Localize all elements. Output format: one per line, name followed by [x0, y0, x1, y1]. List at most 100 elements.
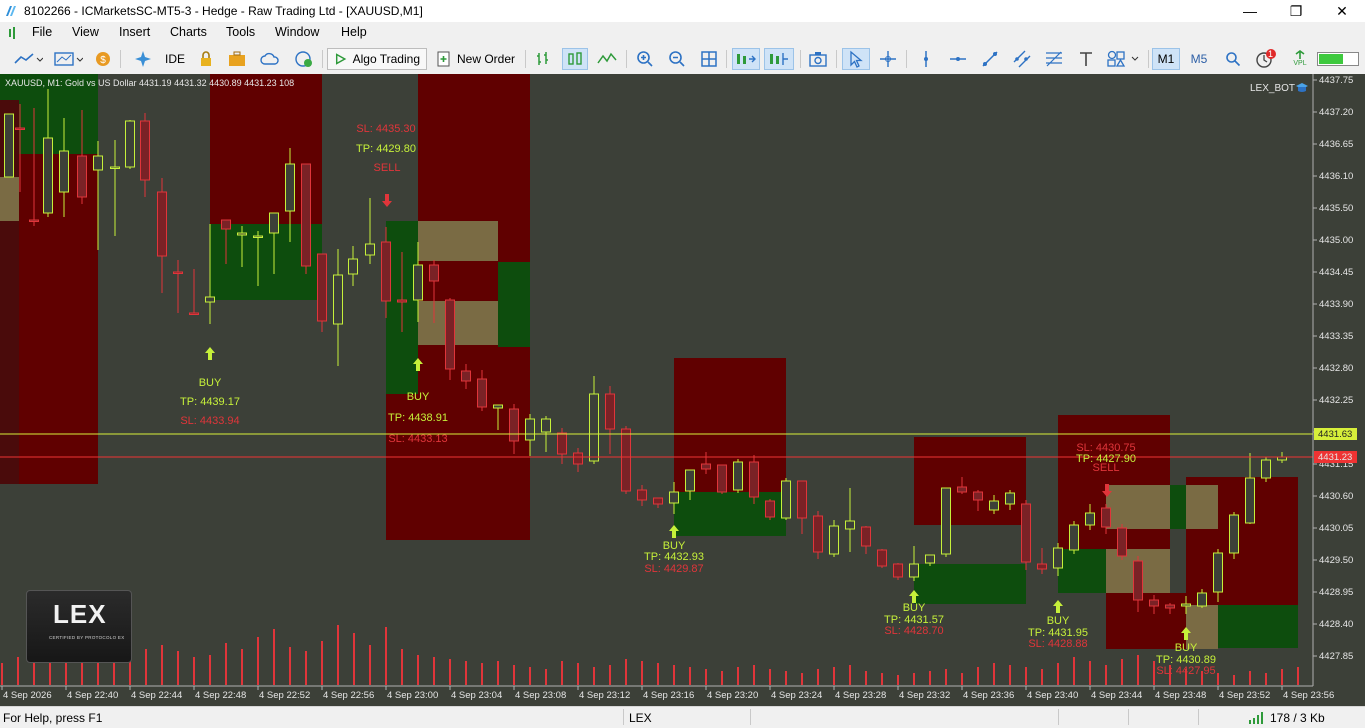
menu-file[interactable]: File: [32, 25, 52, 39]
timeframe-m1-button[interactable]: M1: [1152, 48, 1180, 70]
ea-hat-icon: [1296, 83, 1308, 92]
timeframe-m5-button[interactable]: M5: [1186, 48, 1212, 70]
zoom-in-icon[interactable]: [634, 48, 656, 70]
menu-insert[interactable]: Insert: [119, 25, 150, 39]
cloud-icon[interactable]: [258, 48, 282, 70]
vpl-icon[interactable]: VPL: [1290, 48, 1310, 70]
candle: [365, 198, 375, 264]
vps-icon[interactable]: [292, 48, 316, 70]
shapes-icon[interactable]: [1104, 48, 1144, 70]
menu-tools[interactable]: Tools: [226, 25, 255, 39]
window-title: 8102266 - ICMarketsSC-MT5-3 - Hedge - Ra…: [24, 4, 423, 18]
candlestick-icon[interactable]: [562, 48, 588, 70]
stop-loss-label: SL: 4430.75: [1076, 442, 1135, 454]
time-tick-label: 4 Sep 22:52: [259, 690, 310, 701]
time-tick-label: 4 Sep 23:44: [1091, 690, 1142, 701]
search-icon[interactable]: [1222, 48, 1244, 70]
signal-zone: [914, 437, 1026, 525]
tile-windows-icon[interactable]: [698, 48, 720, 70]
candle: [1117, 524, 1127, 560]
menu-window[interactable]: Window: [275, 25, 319, 39]
menu-view[interactable]: View: [72, 25, 99, 39]
templates-icon[interactable]: [50, 48, 86, 70]
zoom-out-icon[interactable]: [666, 48, 688, 70]
time-tick-label: 4 Sep 22:44: [131, 690, 182, 701]
signal-type-label: BUY: [199, 377, 222, 389]
ide-button[interactable]: IDE: [162, 48, 188, 70]
lock-icon[interactable]: [196, 48, 216, 70]
line-chart-icon[interactable]: [594, 48, 620, 70]
candle: [749, 455, 759, 504]
time-tick-label: 4 Sep 23:28: [835, 690, 886, 701]
menu-charts[interactable]: Charts: [170, 25, 207, 39]
screenshot-icon[interactable]: [806, 48, 830, 70]
signal-zone: [1186, 485, 1218, 529]
horizontal-line-icon[interactable]: [946, 48, 970, 70]
crosshair-icon[interactable]: [876, 48, 900, 70]
new-order-label: New Order: [456, 52, 515, 66]
candle: [157, 178, 167, 293]
price-tick-label: 4433.35: [1319, 331, 1353, 342]
chart-shift-icon[interactable]: [764, 48, 794, 70]
stop-loss-label: SL: 4428.70: [884, 625, 943, 637]
auto-scroll-icon[interactable]: [732, 48, 760, 70]
candle: [621, 426, 631, 494]
candle: [557, 428, 567, 464]
candle: [1261, 457, 1271, 482]
time-tick-label: 4 Sep 23:52: [1219, 690, 1270, 701]
candle: [1245, 453, 1255, 524]
stop-loss-label: SL: 4435.30: [356, 123, 415, 135]
price-tick-label: 4430.05: [1319, 523, 1353, 534]
price-tick-label: 4435.50: [1319, 203, 1353, 214]
bar-chart-icon[interactable]: [532, 48, 554, 70]
candle: [733, 459, 743, 493]
algo-trading-label: Algo Trading: [352, 52, 420, 66]
notifications-icon[interactable]: 1: [1252, 48, 1280, 70]
vpl-label: VPL: [1293, 60, 1307, 67]
trend-line-icon[interactable]: [978, 48, 1002, 70]
channel-icon[interactable]: [1010, 48, 1034, 70]
bid-price-tag-text: 4431.23: [1318, 452, 1352, 463]
minimize-button[interactable]: —: [1227, 0, 1273, 22]
candle: [861, 526, 871, 554]
signal-zone: [0, 177, 19, 221]
new-order-button[interactable]: New Order: [432, 48, 520, 70]
price-tick-label: 4429.50: [1319, 555, 1353, 566]
price-chart[interactable]: BUY TP: 4439.17 SL: 4433.94 SELL TP: 4429.80…: [0, 74, 1365, 706]
chart-canvas[interactable]: BUY TP: 4439.17 SL: 4433.94 SELL TP: 4429.80…: [0, 74, 1365, 706]
candle: [781, 478, 791, 520]
maximize-button[interactable]: ❐: [1273, 0, 1319, 22]
text-tool-icon[interactable]: [1074, 48, 1098, 70]
connection-icon: [1249, 712, 1263, 724]
take-profit-label: TP: 4427.90: [1076, 453, 1136, 465]
algo-trading-button[interactable]: Algo Trading: [327, 48, 427, 70]
stop-loss-label: SL: 4428.88: [1028, 638, 1087, 650]
fibonacci-icon[interactable]: [1042, 48, 1066, 70]
cursor-icon[interactable]: [842, 48, 870, 70]
lex-logo: LEX CERTIFIED BY PROTOCOLO EX: [26, 590, 132, 663]
signal-zone: [1058, 549, 1106, 593]
candle: [445, 298, 455, 380]
price-tick-label: 4436.10: [1319, 171, 1353, 182]
traffic-status-text: 178 / 3 Kb: [1270, 711, 1325, 725]
price-tick-label: 4432.25: [1319, 395, 1353, 406]
price-tick-label: 4435.00: [1319, 235, 1353, 246]
time-tick-label: 4 Sep 23:48: [1155, 690, 1206, 701]
candle: [893, 563, 903, 580]
time-tick-label: 4 Sep 23:36: [963, 690, 1014, 701]
notification-badge: 1: [1268, 49, 1274, 59]
buy-arrow-icon: [205, 347, 215, 360]
chart-type-icon[interactable]: [10, 48, 46, 70]
menu-help[interactable]: Help: [341, 25, 367, 39]
time-tick-label: 4 Sep 23:00: [387, 690, 438, 701]
briefcase-icon[interactable]: [226, 48, 248, 70]
metaeditor-icon[interactable]: [132, 48, 154, 70]
close-button[interactable]: ✕: [1319, 0, 1365, 22]
take-profit-label: TP: 4432.93: [644, 551, 704, 563]
vertical-line-icon[interactable]: [914, 48, 938, 70]
sell-arrow-icon: [382, 194, 392, 207]
market-icon[interactable]: $: [92, 48, 114, 70]
buy-signal: BUYTP: 4431.95SL: 4428.88: [1028, 600, 1088, 650]
signal-type-label: SELL: [374, 162, 401, 174]
candle: [589, 376, 599, 464]
